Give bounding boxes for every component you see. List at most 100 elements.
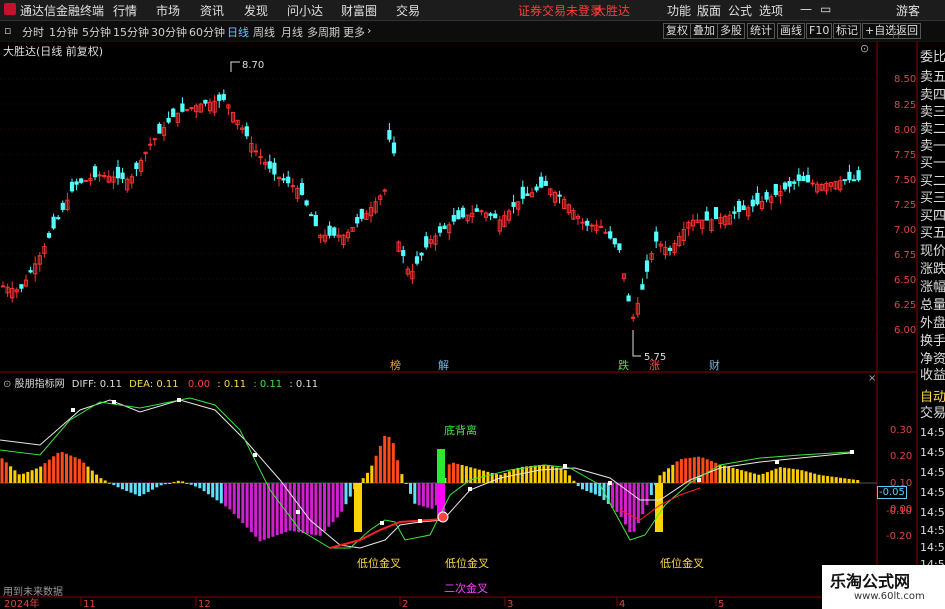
indicator-bar [667,468,670,483]
menu-item-trade[interactable]: 交易 [396,2,420,19]
guest-label[interactable]: 游客 [896,2,920,19]
menu-item-discover[interactable]: 发现 [244,2,268,19]
chart-collapse-icon[interactable]: × [868,373,876,384]
indicator-bar [658,475,662,483]
indicator-dot-marker [253,453,257,457]
candle-body [741,205,746,211]
indicator-dot-marker [296,510,300,514]
indicator-bar [258,483,262,542]
indicator-name[interactable]: 股朋指标网 [15,379,65,390]
maximize-icon[interactable]: ▭ [820,2,831,16]
menu-bar: 通达信金融终端 行情 市场 资讯 发现 问小达 财富圈 交易 证券交易未登录 大… [0,0,945,21]
period-tab-weekly[interactable]: 周线 [253,24,275,40]
candle-body [451,214,456,222]
annotation-golden-cross-2: 低位金叉 [445,556,489,570]
indicator-bar [374,455,378,483]
candle-body [787,181,792,187]
period-tab-daily[interactable]: 日线 [227,24,249,40]
indicator-bar [22,473,25,483]
period-tab-5min[interactable]: 5分钟 [82,24,111,40]
indicator-bar [787,468,791,483]
menu-item-wealth[interactable]: 财富圈 [341,2,377,19]
indicator-bar [796,469,799,483]
candlestick-series [0,89,861,322]
period-tab-1min[interactable]: 1分钟 [49,24,78,40]
candle-body [773,183,778,195]
menu-item-ask[interactable]: 问小达 [287,2,323,19]
indicator-bar [538,465,541,483]
button-mark[interactable]: 标记 [833,23,861,39]
price-tick: 8.00 [894,125,917,136]
indicator-bar [370,465,374,483]
indicator-bar [4,462,8,483]
annotation-divergence: 底背离 [444,423,477,437]
menu-item-market[interactable]: 市场 [156,2,180,19]
candle-body [437,226,443,233]
indicator-bar [43,463,47,483]
indicator-header: ⊙ 股朋指标网 DIFF: 0.11 DEA: 0.11 0.00 : 0.11… [3,375,318,390]
candle-body [304,200,309,206]
app-title: 通达信金融终端 [20,4,105,18]
side-tab-trade[interactable]: 交易 [920,402,945,421]
button-drawing[interactable]: 画线 [777,23,805,39]
indicator-bar [645,483,649,505]
menu-item-quotes[interactable]: 行情 [113,2,137,19]
more-chevron-icon[interactable]: › [367,24,371,37]
period-tab-60min[interactable]: 60分钟 [189,24,225,40]
indicator-bar [348,483,352,497]
indicator-bar [632,483,636,532]
menu-item-layout[interactable]: 版面 [697,2,721,19]
indicator-bar [628,483,632,533]
indicator-settings-icon[interactable]: ⊙ [3,379,11,390]
button-back[interactable]: 返回 [893,23,921,39]
indicator-bar [30,470,34,483]
chart-settings-icon[interactable]: ⊙ [860,42,869,55]
indicator-bar [486,471,490,483]
indicator-bar [125,483,129,491]
button-f10[interactable]: F10 [806,23,833,39]
candle-body [736,200,742,212]
indicator-bar [219,483,223,504]
indicator-bar [722,465,726,483]
candle-body [148,143,153,146]
period-tab-30min[interactable]: 30分钟 [151,24,187,40]
indicator-bar [611,483,615,508]
indicator-bar [378,445,382,483]
button-adjust[interactable]: 复权 [663,23,691,39]
period-tab-monthly[interactable]: 月线 [281,24,303,40]
period-tab-multi[interactable]: 多周期 [307,24,340,40]
future-data-note: 用到未来数据 [3,587,63,598]
login-notice[interactable]: 证券交易未登录 [518,2,602,19]
indicator-bar [26,471,30,483]
menu-item-news[interactable]: 资讯 [200,2,224,19]
price-tick: 7.50 [894,175,917,186]
event-marker-up: 涨 [649,359,660,372]
tick-time: 14:56 [920,446,945,459]
menu-item-options[interactable]: 选项 [759,2,783,19]
chart-canvas[interactable]: 8.70 5.75 榜 解 跌 涨 财 底背离 低位金叉 低位金叉 低位金叉 二… [0,41,945,609]
signal-bar [354,483,362,532]
period-tab-15min[interactable]: 15分钟 [113,24,149,40]
indicator-bar [847,478,851,483]
button-overlay[interactable]: 叠加 [690,23,718,39]
period-tab-more[interactable]: 更多 [343,24,365,40]
candle-body [152,138,157,141]
menu-item-formula[interactable]: 公式 [728,2,752,19]
menu-item-function[interactable]: 功能 [667,2,691,19]
watermark-url: www.60lt.com [854,591,925,602]
indicator-bar [783,467,787,483]
price-tick: 6.75 [894,250,917,261]
toolbar-square-icon[interactable]: ▫ [4,24,11,37]
button-multi-stock[interactable]: 多股 [717,23,745,39]
candle-body [203,99,208,104]
minimize-icon[interactable]: — [800,2,812,16]
period-tab-timeshare[interactable]: 分时 [22,24,44,40]
candle-body [713,207,719,220]
indicator-tick: 0.20 [890,451,913,462]
indicator-bar [77,458,81,483]
button-statistics[interactable]: 统计 [747,23,775,39]
event-marker-unlock: 解 [438,358,449,372]
indicator-bar [572,480,576,483]
candle-body [258,156,263,159]
side-item-ratio: 委比 [920,50,945,65]
